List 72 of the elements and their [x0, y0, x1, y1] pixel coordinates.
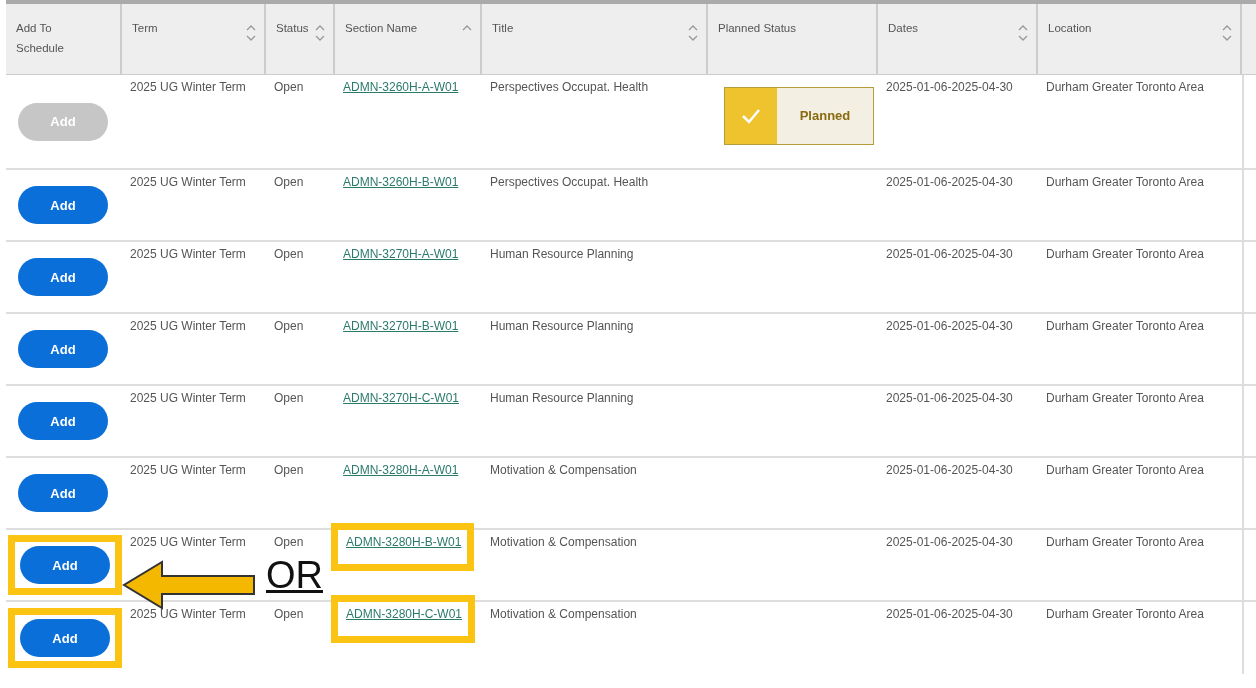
term-text: 2025 UG Winter Term	[130, 80, 246, 94]
term-text: 2025 UG Winter Term	[130, 391, 246, 405]
section-link[interactable]: ADMN-3270H-C-W01	[343, 391, 460, 405]
add-button[interactable]: Add	[18, 474, 108, 512]
location-text: Durham Greater Toronto Area	[1046, 391, 1204, 405]
term-text: 2025 UG Winter Term	[130, 319, 246, 333]
sort-icon[interactable]	[1222, 24, 1232, 42]
section-link[interactable]: ADMN-3270H-A-W01	[343, 247, 459, 261]
checkmark-icon	[741, 108, 761, 124]
status-text: Open	[274, 535, 304, 549]
dates-text: 2025-01-06-2025-04-30	[886, 607, 1013, 621]
location-text: Durham Greater Toronto Area	[1046, 607, 1204, 621]
column-header[interactable]: Location	[1038, 4, 1242, 74]
term-text: 2025 UG Winter Term	[130, 607, 246, 621]
location-text: Durham Greater Toronto Area	[1046, 80, 1204, 94]
column-header[interactable]: Dates	[878, 4, 1038, 74]
add-button[interactable]: Add	[20, 619, 110, 657]
dates-text: 2025-01-06-2025-04-30	[886, 463, 1013, 477]
status-text: Open	[274, 247, 304, 261]
add-button[interactable]: Add	[18, 258, 108, 296]
status-text: Open	[274, 175, 304, 189]
term-text: 2025 UG Winter Term	[130, 535, 246, 549]
term-text: 2025 UG Winter Term	[130, 247, 246, 261]
section-link[interactable]: ADMN-3280H-A-W01	[343, 463, 459, 477]
status-text: Open	[274, 391, 304, 405]
course-title: Human Resource Planning	[490, 247, 634, 261]
course-title: Human Resource Planning	[490, 319, 634, 333]
sort-icon[interactable]	[1018, 24, 1028, 42]
arrow-icon	[122, 560, 256, 610]
add-button[interactable]: Add	[18, 330, 108, 368]
course-title: Motivation & Compensation	[490, 463, 637, 477]
add-button[interactable]: Add	[20, 546, 110, 584]
section-link[interactable]: ADMN-3280H-B-W01	[346, 535, 462, 549]
dates-text: 2025-01-06-2025-04-30	[886, 391, 1013, 405]
course-title: Motivation & Compensation	[490, 535, 637, 549]
course-title: Human Resource Planning	[490, 391, 634, 405]
annotation-text: OR	[266, 554, 323, 596]
sort-icon[interactable]	[315, 24, 325, 42]
planned-badge: Planned	[724, 87, 874, 145]
status-text: Open	[274, 80, 304, 94]
dates-text: 2025-01-06-2025-04-30	[886, 319, 1013, 333]
sort-icon[interactable]	[688, 24, 698, 42]
section-link[interactable]: ADMN-3260H-B-W01	[343, 175, 459, 189]
column-header[interactable]: Section Name	[335, 4, 482, 74]
location-text: Durham Greater Toronto Area	[1046, 319, 1204, 333]
location-text: Durham Greater Toronto Area	[1046, 463, 1204, 477]
column-header: Add To Schedule	[6, 4, 122, 74]
course-title: Motivation & Compensation	[490, 607, 637, 621]
column-header[interactable]: Term	[122, 4, 266, 74]
location-text: Durham Greater Toronto Area	[1046, 247, 1204, 261]
column-header[interactable]: Status	[266, 4, 335, 74]
location-text: Durham Greater Toronto Area	[1046, 175, 1204, 189]
term-text: 2025 UG Winter Term	[130, 175, 246, 189]
dates-text: 2025-01-06-2025-04-30	[886, 175, 1013, 189]
sort-icon[interactable]	[246, 24, 256, 42]
location-text: Durham Greater Toronto Area	[1046, 535, 1204, 549]
course-title: Perspectives Occupat. Health	[490, 80, 649, 94]
column-header[interactable]: Title	[482, 4, 708, 74]
section-link[interactable]: ADMN-3280H-C-W01	[346, 607, 463, 621]
add-button[interactable]: Add	[18, 186, 108, 224]
status-text: Open	[274, 463, 304, 477]
status-text: Open	[274, 607, 304, 621]
dates-text: 2025-01-06-2025-04-30	[886, 80, 1013, 94]
term-text: 2025 UG Winter Term	[130, 463, 246, 477]
section-link[interactable]: ADMN-3260H-A-W01	[343, 80, 459, 94]
add-button[interactable]: Add	[18, 402, 108, 440]
column-header: Planned Status	[708, 4, 878, 74]
section-link[interactable]: ADMN-3270H-B-W01	[343, 319, 459, 333]
dates-text: 2025-01-06-2025-04-30	[886, 247, 1013, 261]
course-title: Perspectives Occupat. Health	[490, 175, 649, 189]
dates-text: 2025-01-06-2025-04-30	[886, 535, 1013, 549]
status-text: Open	[274, 319, 304, 333]
